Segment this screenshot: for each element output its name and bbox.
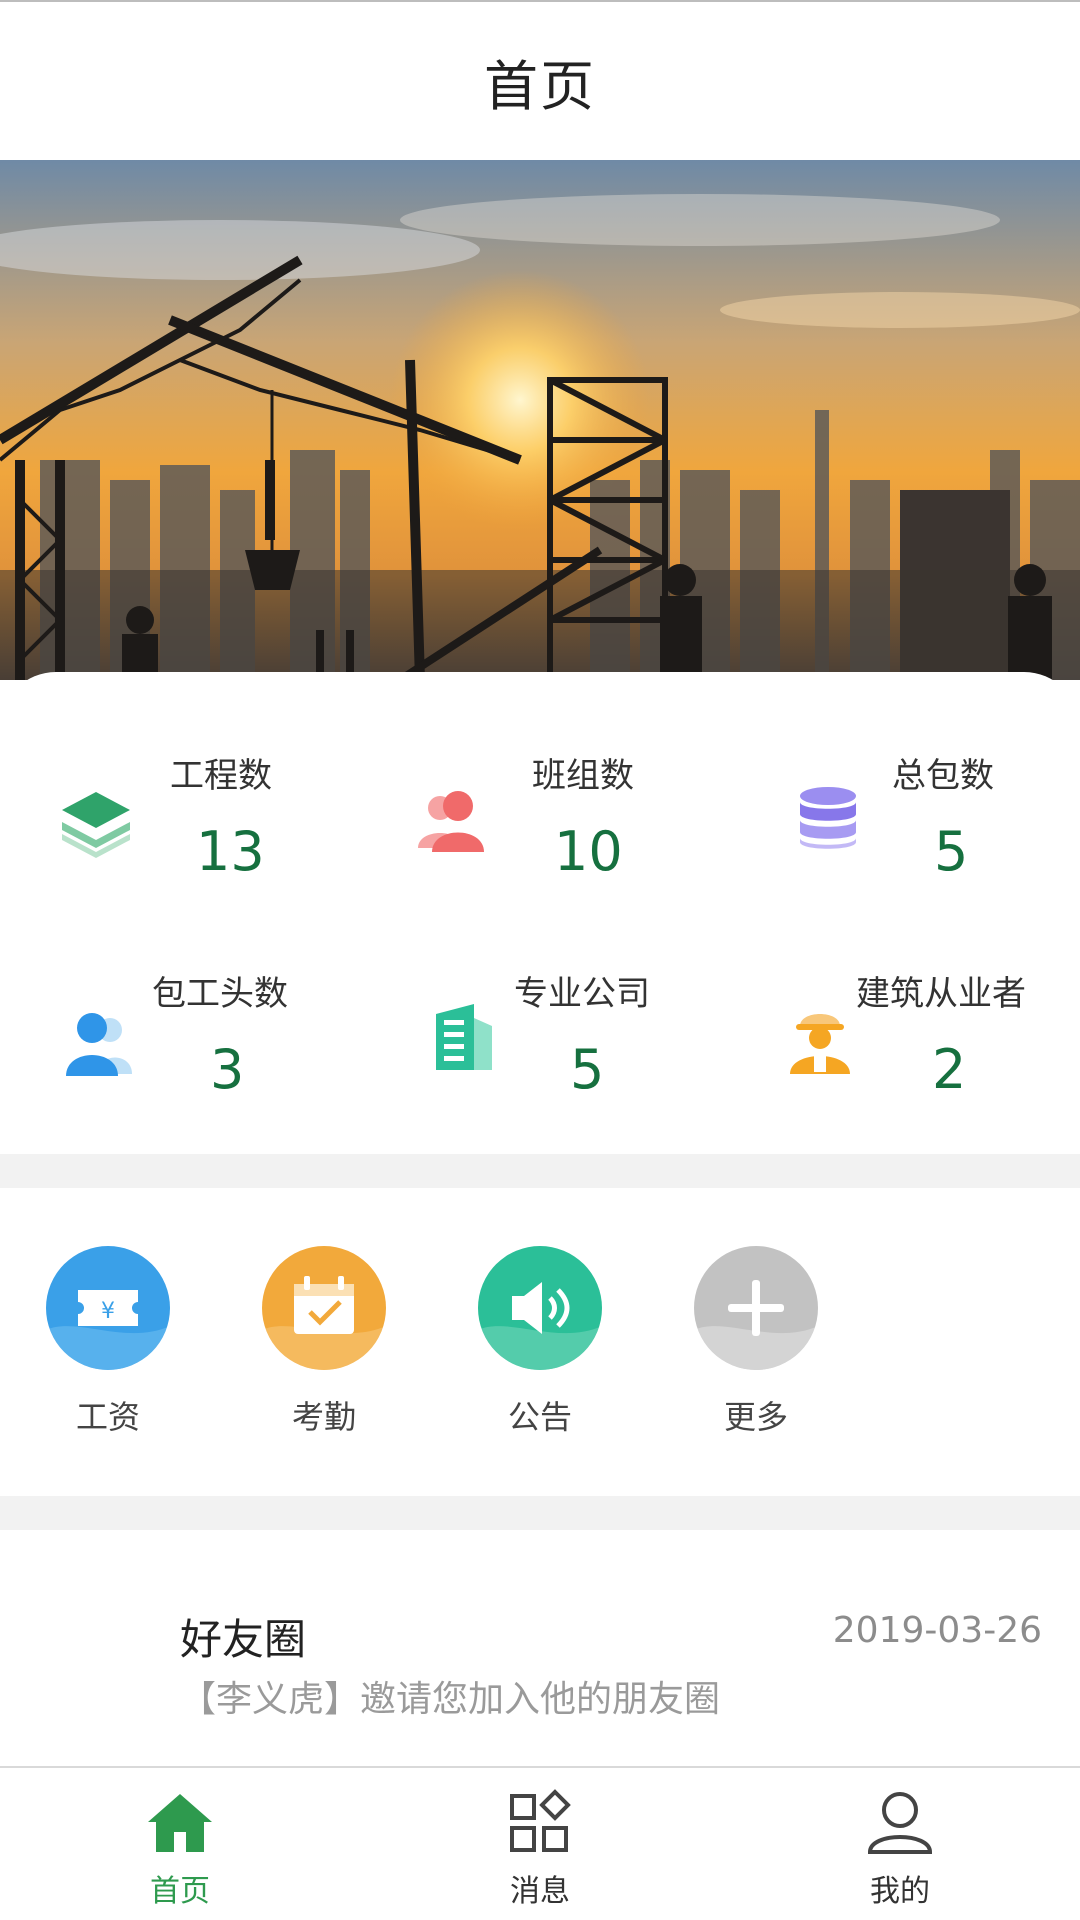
construction-sunset-illustration	[0, 160, 1080, 680]
nav-messages[interactable]: 消息	[440, 1786, 640, 1910]
action-label: 公告	[507, 1398, 572, 1436]
nav-label: 首页	[150, 1874, 210, 1909]
database-icon	[788, 778, 868, 858]
salary-ticket-icon: ¥	[46, 1246, 170, 1370]
feed-title: 好友圈	[180, 1615, 307, 1664]
user-icon	[867, 1792, 933, 1854]
nav-label: 我的	[870, 1874, 930, 1909]
stat-value: 2	[932, 1038, 967, 1101]
stat-value: 5	[934, 820, 969, 883]
stat-value: 5	[570, 1038, 605, 1101]
action-label: 工资	[75, 1398, 140, 1436]
action-announcement[interactable]: 公告	[460, 1246, 620, 1438]
stat-label: 班组数	[532, 756, 634, 796]
stat-label: 工程数	[170, 756, 272, 796]
apps-icon	[510, 1789, 571, 1852]
stat-general-contractor-count[interactable]: 总包数 5	[720, 730, 1080, 890]
svg-text:¥: ¥	[101, 1299, 115, 1324]
action-attendance[interactable]: 考勤	[244, 1246, 404, 1438]
banner-image[interactable]	[0, 160, 1080, 680]
stat-label: 建筑从业者	[856, 974, 1026, 1014]
home-icon	[148, 1794, 212, 1852]
page-title: 首页	[484, 54, 596, 118]
nav-label: 消息	[510, 1874, 570, 1909]
feed-item-friend-circle[interactable]: 好友圈 2019-03-26 【李义虎】邀请您加入他的朋友圈	[0, 1530, 1080, 1766]
stat-value: 13	[196, 820, 265, 883]
nav-home[interactable]: 首页	[80, 1786, 280, 1910]
layers-icon	[56, 782, 136, 862]
nav-profile[interactable]: 我的	[800, 1786, 1000, 1910]
users-icon	[58, 1004, 138, 1084]
quick-actions: ¥ 工资 考勤 公告 更多	[0, 1188, 1080, 1496]
bottom-navigation: 首页 消息 我的	[0, 1766, 1080, 1920]
top-bar: 首页	[0, 0, 1080, 160]
feed-date: 2019-03-26	[832, 1610, 1042, 1651]
action-more[interactable]: 更多	[676, 1246, 836, 1438]
stat-project-count[interactable]: 工程数 13	[0, 730, 360, 890]
plus-icon	[694, 1246, 818, 1370]
feed-description: 【李义虎】邀请您加入他的朋友圈	[180, 1679, 721, 1720]
section-divider	[0, 1496, 1080, 1530]
stat-foreman-count[interactable]: 包工头数 3	[0, 948, 360, 1108]
action-label: 更多	[723, 1398, 788, 1436]
speaker-icon	[478, 1246, 602, 1370]
stat-specialized-company-count[interactable]: 专业公司 5	[360, 948, 720, 1108]
stat-label: 总包数	[892, 756, 994, 796]
action-salary[interactable]: ¥ 工资	[28, 1246, 188, 1438]
section-divider	[0, 1154, 1080, 1188]
stat-label: 专业公司	[514, 974, 650, 1014]
stat-value: 3	[210, 1038, 245, 1101]
calendar-check-icon	[262, 1246, 386, 1370]
stat-construction-worker-count[interactable]: 建筑从业者 2	[720, 948, 1080, 1108]
stat-team-count[interactable]: 班组数 10	[360, 730, 720, 890]
group-icon	[412, 782, 492, 862]
home-screen: 首页 工程数 13 班组数 10 总包数 5 包工头数 3 专业公司 5 建筑从…	[0, 0, 1080, 1920]
stat-label: 包工头数	[152, 974, 288, 1014]
action-label: 考勤	[291, 1398, 356, 1436]
building-icon	[426, 998, 506, 1078]
stat-value: 10	[554, 820, 623, 883]
statistics-card: 工程数 13 班组数 10 总包数 5 包工头数 3 专业公司 5 建筑从业者 …	[0, 672, 1080, 1154]
worker-icon	[780, 1000, 860, 1080]
